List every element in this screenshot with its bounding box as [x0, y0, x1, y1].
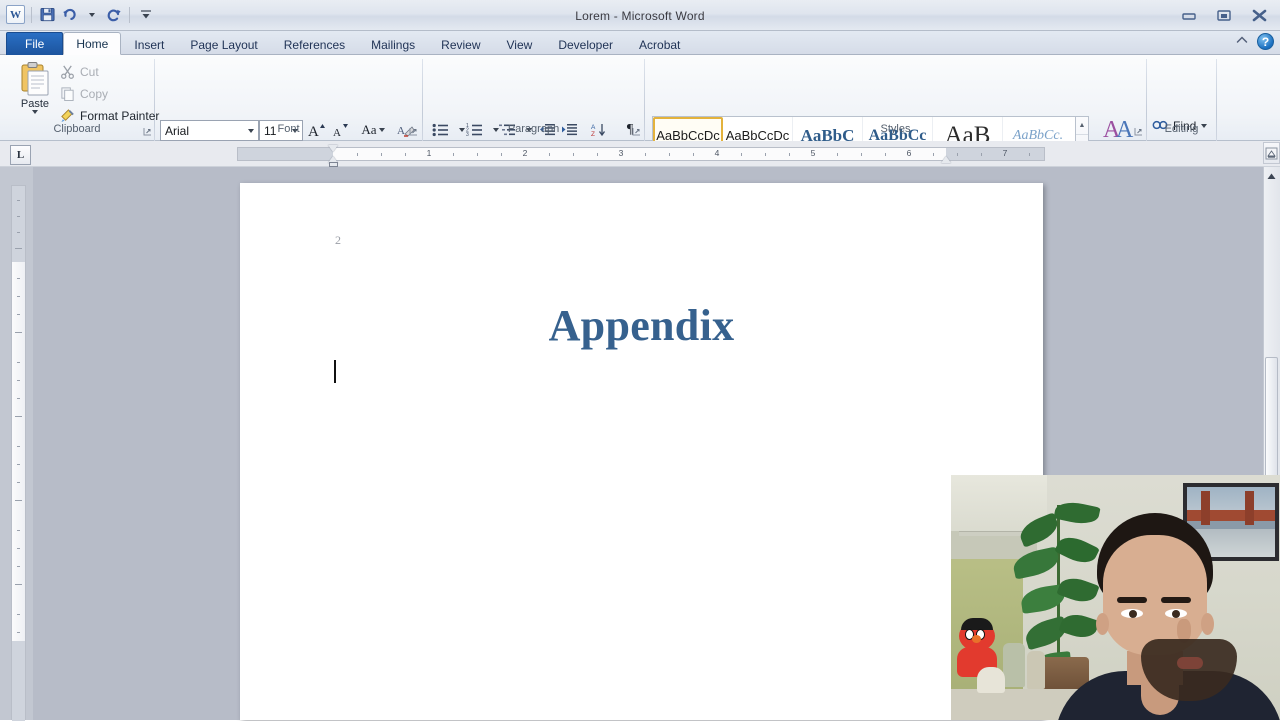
ribbon-group-labels: Clipboard Font Paragraph Styles Editing	[0, 123, 1280, 141]
word-logo-icon[interactable]: W	[6, 5, 25, 24]
cut-button[interactable]: Cut	[58, 61, 99, 82]
figurine-3	[977, 667, 1005, 693]
vruler-top-margin	[12, 186, 25, 262]
ruler-number-2: 2	[522, 148, 528, 158]
undo-dropdown-icon[interactable]	[82, 5, 101, 24]
title-bar: Lorem - Microsoft Word W	[0, 0, 1280, 31]
close-button[interactable]	[1246, 6, 1272, 24]
chevron-down-icon[interactable]	[32, 110, 38, 114]
horizontal-ruler[interactable]: 1 2 3 4 5 6 7	[237, 147, 1045, 161]
tab-developer[interactable]: Developer	[545, 33, 626, 55]
copy-label: Copy	[80, 86, 109, 101]
scroll-up-button[interactable]	[1264, 169, 1279, 184]
ruler-number-1: 1	[426, 148, 432, 158]
tab-mailings[interactable]: Mailings	[358, 33, 428, 55]
tab-acrobat[interactable]: Acrobat	[626, 33, 693, 55]
tab-references[interactable]: References	[271, 33, 358, 55]
document-page[interactable]: 2 Appendix	[240, 183, 1043, 720]
quick-access-toolbar: W	[6, 5, 155, 24]
tab-stop-selector[interactable]: L	[10, 145, 31, 165]
ruler-left-margin	[238, 148, 333, 160]
paste-label: Paste	[20, 98, 50, 110]
group-label-paragraph: Paragraph	[507, 123, 560, 135]
group-label-clipboard: Clipboard	[53, 123, 101, 135]
window-controls	[1176, 6, 1272, 24]
figurine-1	[1003, 643, 1025, 687]
help-button[interactable]: ?	[1257, 33, 1274, 50]
ribbon-right-controls: ?	[1235, 33, 1274, 50]
group-label-editing: Editing	[1164, 123, 1199, 135]
divider	[129, 6, 130, 23]
tab-file[interactable]: File	[6, 32, 64, 55]
person-face	[1096, 535, 1237, 701]
divider	[31, 6, 32, 23]
undo-icon[interactable]	[60, 5, 79, 24]
tab-page-layout[interactable]: Page Layout	[177, 33, 270, 55]
figurine-2	[1027, 651, 1045, 689]
clipboard-dialog-launcher[interactable]	[143, 127, 152, 138]
ruler-number-7: 7	[1002, 148, 1008, 158]
paragraph-dialog-launcher[interactable]	[632, 127, 641, 138]
webcam-person	[1055, 503, 1280, 720]
tab-review[interactable]: Review	[428, 33, 493, 55]
window-title: Lorem - Microsoft Word	[575, 8, 705, 23]
cut-label: Cut	[80, 64, 99, 79]
save-icon[interactable]	[38, 5, 57, 24]
right-indent-marker[interactable]	[941, 156, 951, 163]
view-ruler-button[interactable]	[1263, 142, 1280, 164]
ruler-number-4: 4	[714, 148, 720, 158]
tab-insert[interactable]: Insert	[121, 33, 177, 55]
group-label-font: Font	[277, 123, 300, 135]
customize-qat-icon[interactable]	[136, 5, 155, 24]
minimize-button[interactable]	[1176, 6, 1202, 24]
tab-view[interactable]: View	[494, 33, 546, 55]
webcam-overlay	[951, 475, 1280, 720]
ruler-number-6: 6	[906, 148, 912, 158]
ribbon-tabs: File Home Insert Page Layout References …	[0, 31, 1280, 55]
font-dialog-launcher[interactable]	[409, 127, 418, 138]
first-line-indent-marker[interactable]	[328, 145, 338, 152]
tab-home[interactable]: Home	[63, 32, 122, 55]
vertical-ruler[interactable]	[11, 185, 26, 721]
vruler-bottom-margin	[12, 641, 25, 721]
minimize-ribbon-icon[interactable]	[1235, 34, 1249, 50]
page-number: 2	[335, 233, 341, 247]
restore-button[interactable]	[1211, 6, 1237, 24]
text-cursor	[334, 360, 336, 383]
group-label-styles: Styles	[880, 123, 911, 135]
word-window: Lorem - Microsoft Word W File Home Inser…	[0, 0, 1280, 721]
document-heading: Appendix	[548, 301, 735, 350]
ruler-number-3: 3	[618, 148, 624, 158]
copy-button[interactable]: Copy	[58, 83, 108, 104]
redo-icon[interactable]	[104, 5, 123, 24]
styles-dialog-launcher[interactable]	[1134, 127, 1143, 138]
paste-button[interactable]: Paste	[12, 59, 58, 129]
ruler-number-5: 5	[810, 148, 816, 158]
format-painter-label: Format Painter	[80, 108, 160, 123]
